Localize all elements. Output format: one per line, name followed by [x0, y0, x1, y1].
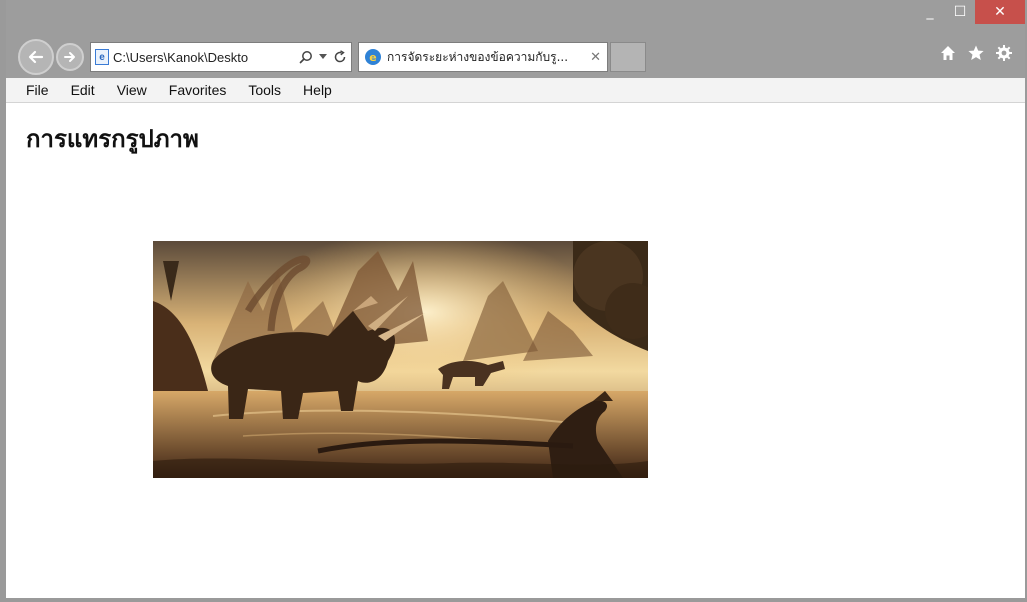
back-arrow-icon [28, 50, 44, 64]
minimize-button[interactable]: _ [915, 0, 945, 24]
tab-title: การจัดระยะห่างของข้อความกับรู... [387, 49, 569, 64]
page-title: การแทรกรูปภาพ [26, 125, 199, 153]
ie-icon: e [365, 49, 381, 65]
menu-view[interactable]: View [105, 82, 157, 98]
menu-favorites[interactable]: Favorites [157, 82, 237, 98]
tab-close-icon[interactable]: ✕ [590, 50, 601, 65]
window-controls: _ ☐ ✕ [915, 0, 1025, 30]
maximize-button[interactable]: ☐ [945, 0, 975, 24]
address-url[interactable]: C:\Users\Kanok\Deskto [113, 50, 295, 65]
close-button[interactable]: ✕ [975, 0, 1025, 24]
menu-tools[interactable]: Tools [236, 82, 291, 98]
new-tab-button[interactable] [610, 42, 646, 72]
tab-active[interactable]: e การจัดระยะห่างของข้อความกับรู... ✕ [358, 42, 608, 72]
menu-bar: File Edit View Favorites Tools Help [6, 78, 1025, 103]
dinosaur-scene-illustration [153, 241, 648, 478]
page-icon: e [95, 49, 109, 65]
gear-icon[interactable] [995, 44, 1013, 62]
browser-window: _ ☐ ✕ e C:\Users\Kanok\Deskto e การจัดระ… [0, 0, 1027, 602]
menu-edit[interactable]: Edit [59, 82, 105, 98]
browser-tools [939, 44, 1013, 62]
menu-file[interactable]: File [6, 82, 59, 98]
dinosaur-image [153, 241, 648, 478]
address-tools [299, 50, 347, 64]
back-button[interactable] [18, 39, 54, 75]
title-bar: _ ☐ ✕ e C:\Users\Kanok\Deskto e การจัดระ… [6, 0, 1025, 78]
navigation-bar: e C:\Users\Kanok\Deskto e การจัดระยะห่าง… [18, 38, 646, 76]
home-icon[interactable] [939, 44, 957, 62]
page-content: การแทรกรูปภาพ [6, 103, 1025, 598]
forward-button[interactable] [56, 43, 84, 71]
forward-arrow-icon [64, 52, 75, 62]
favorites-star-icon[interactable] [967, 44, 985, 62]
refresh-icon[interactable] [333, 50, 347, 64]
search-icon[interactable] [299, 50, 313, 64]
dropdown-arrow-icon[interactable] [319, 54, 327, 60]
menu-help[interactable]: Help [291, 82, 342, 98]
address-bar[interactable]: e C:\Users\Kanok\Deskto [90, 42, 352, 72]
